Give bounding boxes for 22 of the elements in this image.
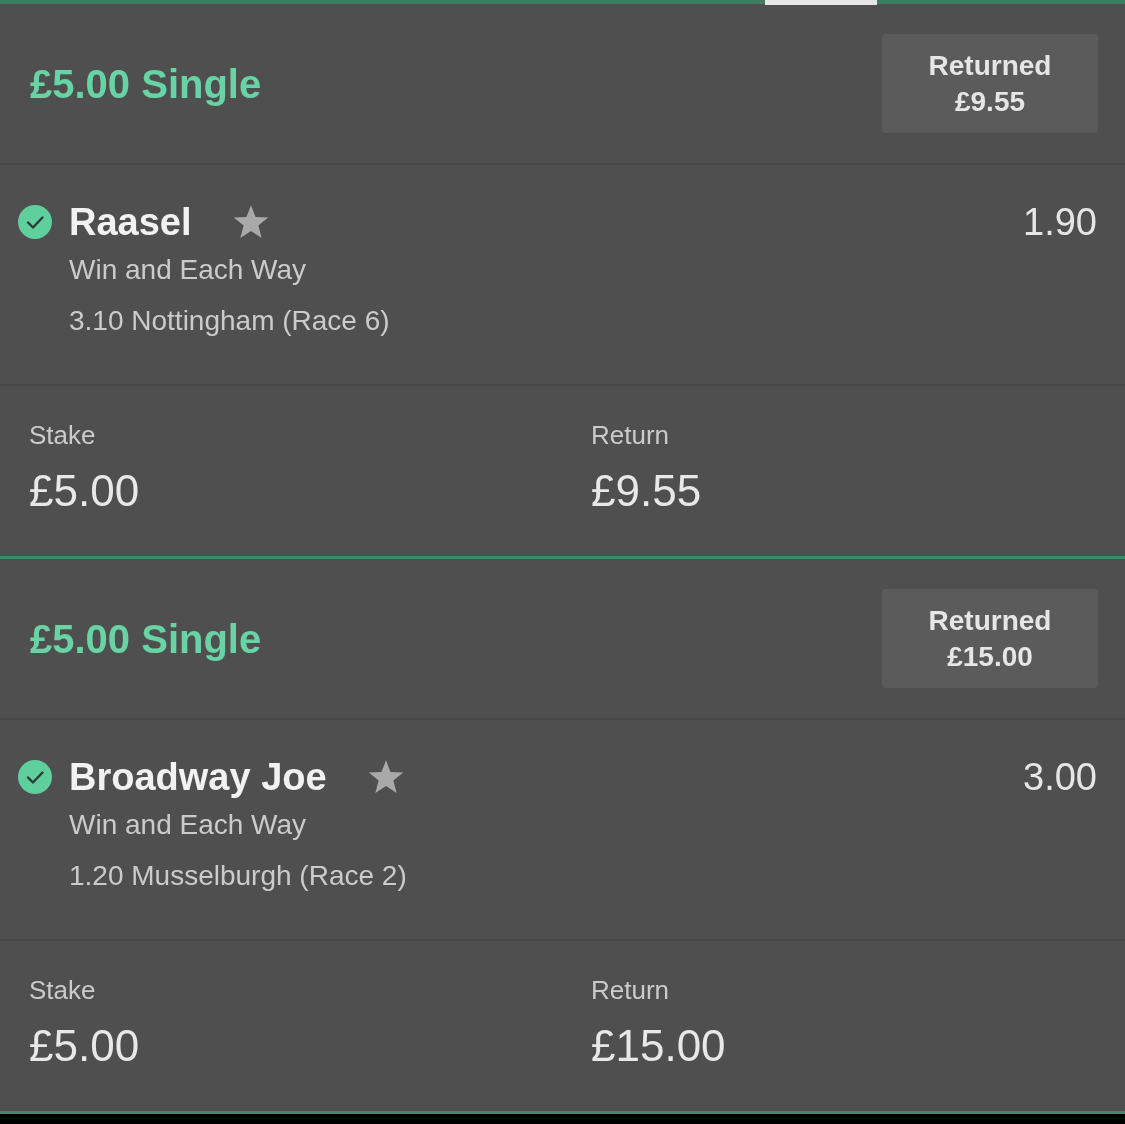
stake-label: Stake xyxy=(29,974,97,1006)
bet-title: £5.00 Single xyxy=(30,60,262,108)
selection-name: Broadway Joe xyxy=(69,755,327,799)
market-type: Win and Each Way xyxy=(69,253,308,287)
bet-title: £5.00 Single xyxy=(30,615,262,663)
race-event: 1.20 Musselburgh (Race 2) xyxy=(69,859,407,893)
returned-amount: £15.00 xyxy=(947,639,1033,674)
returned-label: Returned xyxy=(928,48,1052,83)
selection-name: Raasel xyxy=(69,200,192,244)
return-label: Return xyxy=(591,974,671,1006)
odds-value: 1.90 xyxy=(1023,200,1097,244)
stake-amount: £5.00 xyxy=(29,465,141,517)
stake-label: Stake xyxy=(29,419,97,451)
returned-label: Returned xyxy=(928,603,1052,638)
market-type: Win and Each Way xyxy=(69,808,308,842)
odds-value: 3.00 xyxy=(1023,755,1097,799)
race-event: 3.10 Nottingham (Race 6) xyxy=(69,304,390,338)
returned-amount: £9.55 xyxy=(954,84,1026,119)
return-label: Return xyxy=(591,419,671,451)
return-amount: £15.00 xyxy=(591,1020,727,1072)
stake-amount: £5.00 xyxy=(29,1020,141,1072)
return-amount: £9.55 xyxy=(591,465,703,517)
